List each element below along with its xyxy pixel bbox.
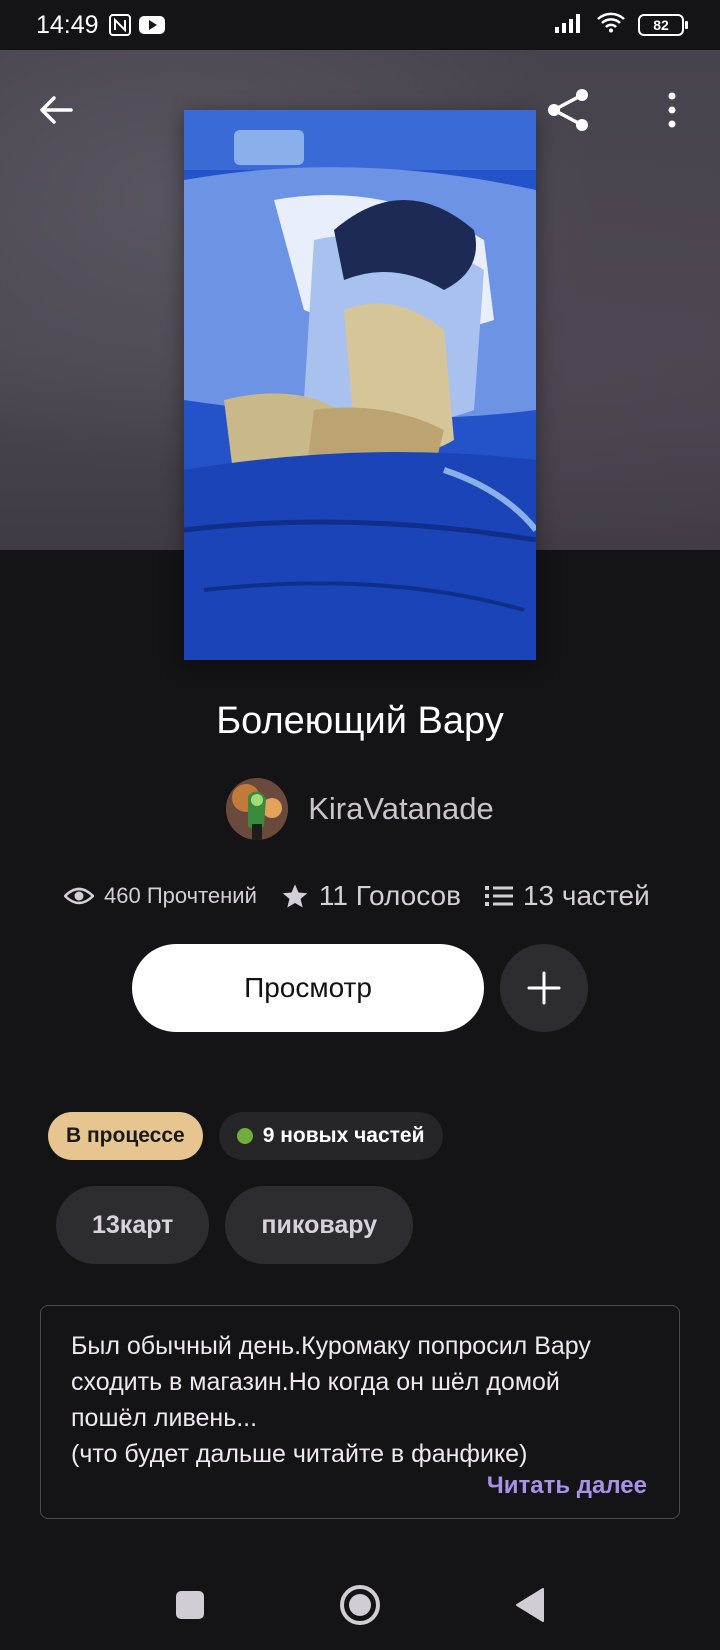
clock: 14:49 [36, 10, 99, 39]
more-button[interactable] [642, 80, 702, 140]
star-icon [282, 884, 308, 908]
avatar-image [226, 778, 289, 840]
new-parts-label: 9 новых частей [262, 1124, 425, 1147]
share-button[interactable] [538, 80, 598, 140]
signal-icon [554, 11, 584, 40]
more-vertical-icon [668, 92, 676, 128]
story-stats: 460 Прочтений 11 Голосов 13 частей [64, 876, 664, 916]
tags-list: 13карт пиковару [56, 1186, 414, 1264]
recents-button[interactable] [165, 1580, 215, 1630]
read-more-link[interactable]: Читать далее [487, 1472, 647, 1500]
reads-stat: 460 Прочтений [64, 883, 257, 909]
eye-icon [64, 887, 94, 905]
back-nav-button[interactable] [505, 1580, 555, 1630]
cover-illustration [184, 110, 536, 660]
plus-icon [527, 971, 561, 1005]
circle-icon [340, 1585, 380, 1625]
square-icon [176, 1591, 204, 1619]
votes-count: 11 Голосов [318, 880, 461, 911]
tag-13kart[interactable]: 13карт [56, 1186, 210, 1264]
story-actions: Просмотр [132, 944, 588, 1032]
description-card: Был обычный день.Куромаку попросил Вару … [40, 1305, 680, 1519]
list-icon [484, 886, 513, 906]
reads-count: 460 Прочтений [104, 883, 257, 908]
author-name[interactable]: KiraVatanade [308, 791, 494, 827]
battery-level: 82 [653, 17, 669, 33]
description-text: Был обычный день.Куромаку попросил Вару … [71, 1332, 591, 1468]
new-parts-badge: 9 новых частей [218, 1112, 443, 1160]
story-title: Болеющий Вару [216, 700, 504, 742]
home-button[interactable] [335, 1580, 385, 1630]
battery-icon: 82 [638, 14, 688, 36]
back-button[interactable] [26, 80, 86, 140]
new-dot-icon [236, 1128, 253, 1144]
add-to-library-button[interactable] [500, 944, 588, 1032]
votes-stat: 11 Голосов [281, 880, 461, 912]
system-nav-bar [0, 1560, 720, 1650]
nfc-icon [108, 14, 131, 36]
story-details-screen: 14:49 82 Болеющий Вару KiraVatanade 460 … [0, 0, 720, 1650]
status-bar: 14:49 82 [0, 0, 720, 50]
parts-count: 13 частей [522, 880, 650, 911]
tag-pikovaru[interactable]: пиковару [225, 1186, 414, 1264]
status-badge: В процессе [48, 1112, 203, 1160]
share-icon [548, 89, 588, 131]
wifi-icon [596, 11, 626, 40]
parts-stat: 13 частей [484, 880, 650, 912]
status-badges: В процессе 9 новых частей [48, 1112, 443, 1160]
avatar[interactable] [226, 778, 289, 840]
arrow-left-icon [40, 96, 73, 124]
youtube-icon [138, 15, 165, 35]
story-cover[interactable] [184, 110, 536, 660]
triangle-back-icon [516, 1588, 544, 1622]
read-button[interactable]: Просмотр [132, 944, 484, 1032]
author-row[interactable]: KiraVatanade [0, 778, 720, 840]
